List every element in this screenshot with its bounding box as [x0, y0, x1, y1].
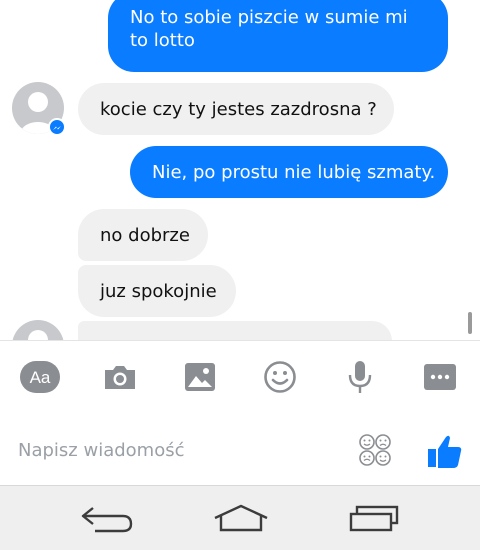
message-incoming[interactable] [78, 321, 392, 340]
message-text: no dobrze [100, 224, 190, 246]
message-text: No to sobie piszcie w sumie mi to lotto [130, 7, 408, 51]
microphone-icon [348, 361, 372, 393]
message-outgoing[interactable]: Nie, po prostu nie lubię szmaty. [130, 146, 448, 198]
more-icon [424, 364, 456, 390]
system-navigation-bar [0, 485, 480, 550]
sticker-icon [359, 434, 391, 466]
input-row [0, 425, 480, 475]
messenger-badge-icon [48, 118, 66, 136]
microphone-button[interactable] [338, 355, 382, 399]
back-button[interactable] [72, 498, 142, 540]
camera-icon [105, 366, 135, 389]
message-text: juz spokojnie [100, 280, 217, 302]
emoji-icon [264, 361, 296, 393]
like-button[interactable] [422, 429, 466, 473]
image-icon [185, 363, 215, 391]
message-text: kocie czy ty jestes zazdrosna ? [100, 98, 377, 120]
message-text: Nie, po prostu nie lubię szmaty. [152, 161, 436, 183]
default-profile-icon [28, 330, 48, 340]
svg-text:Aa: Aa [30, 368, 51, 387]
contact-avatar[interactable] [12, 320, 64, 340]
thumbs-up-icon [428, 435, 462, 468]
message-outgoing[interactable]: No to sobie piszcie w sumie mi to lotto [108, 0, 448, 72]
camera-button[interactable] [98, 355, 142, 399]
message-incoming[interactable]: juz spokojnie [78, 265, 236, 317]
sticker-button[interactable] [356, 431, 394, 469]
emoji-button[interactable] [258, 355, 302, 399]
back-icon [81, 507, 133, 533]
text-format-button[interactable]: Aa [18, 355, 62, 399]
image-button[interactable] [178, 355, 222, 399]
recent-apps-button[interactable] [340, 498, 410, 540]
home-button[interactable] [206, 498, 276, 540]
message-incoming[interactable]: kocie czy ty jestes zazdrosna ? [78, 83, 394, 135]
home-icon [214, 504, 268, 532]
message-thread[interactable]: No to sobie piszcie w sumie mi to lotto … [0, 0, 480, 340]
text-format-icon: Aa [20, 361, 60, 393]
more-button[interactable] [418, 355, 462, 399]
message-input[interactable] [18, 435, 338, 465]
composer: Aa [0, 340, 480, 485]
scrollbar[interactable] [468, 312, 472, 334]
recent-apps-icon [349, 505, 399, 532]
message-incoming[interactable]: no dobrze [78, 209, 208, 261]
